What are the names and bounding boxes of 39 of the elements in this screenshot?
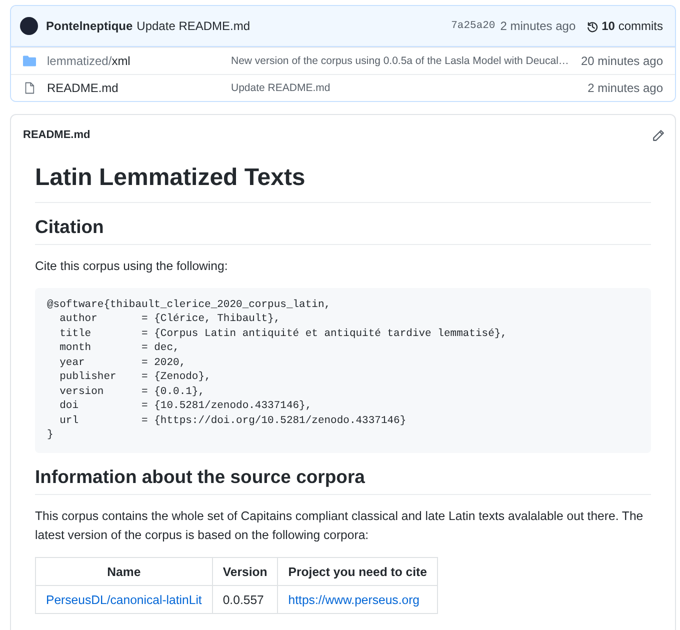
code-line: author = {Clérice, Thibault},: [58, 313, 280, 326]
code-line: month = dec,: [58, 342, 180, 354]
paragraph: Cite this corpus using the following:: [35, 258, 229, 275]
commit-hash[interactable]: 7a25a20: [451, 20, 496, 32]
table-cell: 0.0.557: [212, 586, 278, 614]
column-header: Project you need to cite: [278, 558, 438, 586]
column-header: Name: [36, 558, 212, 586]
commits-link[interactable]: 10 commits: [586, 19, 663, 33]
commit-message[interactable]: Update README.md: [136, 19, 250, 33]
code-line: @software{thibault_clerice_2020_corpus_latin,: [47, 298, 331, 311]
code-line: url = {https://doi.org/10.5281/zenodo.4337146}: [58, 414, 406, 427]
file-time: 20 minutes ago: [580, 54, 663, 68]
section-heading: Citation: [35, 214, 651, 245]
edit-button[interactable]: [652, 128, 665, 142]
repo-link[interactable]: PerseusDL/canonical-latinLit: [46, 592, 202, 607]
code-line: }: [47, 429, 54, 442]
project-link[interactable]: https://www.perseus.org: [288, 592, 420, 607]
file-icon: [23, 82, 36, 94]
code-line: version = {0.0.1},: [58, 386, 205, 398]
commit-message-link[interactable]: Update README.md: [231, 82, 330, 94]
readme-title: Latin Lemmatized Texts: [35, 155, 651, 203]
history-icon: [586, 20, 599, 32]
folder-icon: [23, 55, 36, 67]
column-header: Version: [212, 558, 278, 586]
commit-message-link[interactable]: New version of the corpus using 0.0.5a of the Lasla Model with Deucal…: [231, 55, 569, 67]
commit-author[interactable]: Pontelneptique: [46, 19, 133, 33]
readme-filename: README.md: [23, 129, 90, 141]
file-link[interactable]: lemmatized/xml: [47, 54, 231, 68]
paragraph: This corpus contains the whole set of Capitains compliant classical and late Latin texts avalalable out there. The latest version of the corpus is based on the following corpora:: [35, 508, 644, 544]
code-line: publisher = {Zenodo},: [58, 371, 211, 384]
avatar-icon: [20, 17, 38, 35]
file-time: 2 minutes ago: [586, 81, 663, 95]
commit-time: 2 minutes ago: [500, 19, 576, 33]
section-heading: Information about the source corpora: [35, 464, 651, 496]
pencil-icon: [652, 128, 665, 142]
code-line: year = 2020,: [58, 356, 186, 369]
file-link[interactable]: README.md: [47, 81, 231, 95]
code-line: title = {Corpus Latin antiquité et antiquité tardive lemmatisé},: [58, 328, 507, 340]
code-line: doi = {10.5281/zenodo.4337146},: [58, 400, 312, 412]
